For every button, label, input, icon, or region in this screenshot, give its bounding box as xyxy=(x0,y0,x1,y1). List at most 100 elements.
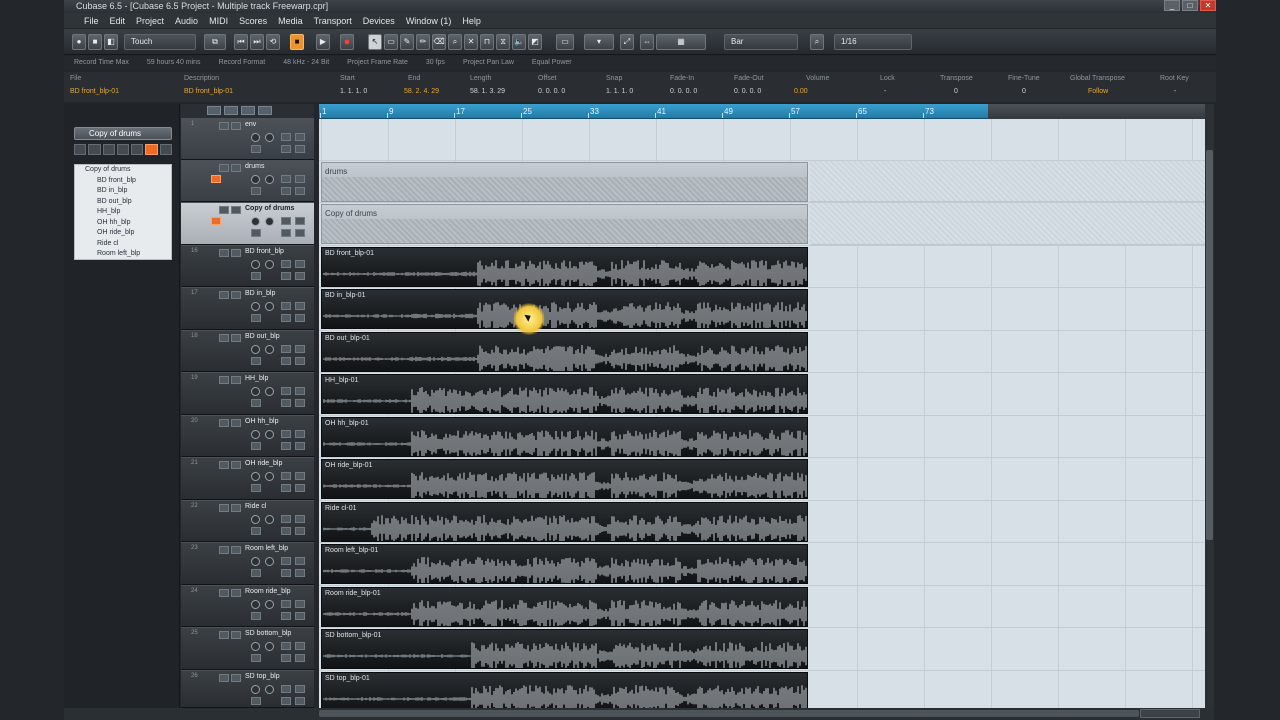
read-icon[interactable] xyxy=(102,144,115,155)
menu-devices[interactable]: Devices xyxy=(363,16,395,26)
lanes-icon[interactable] xyxy=(295,314,305,322)
audio-event[interactable]: Room ride_blp-01 xyxy=(321,587,808,627)
read-icon[interactable] xyxy=(281,685,291,693)
lanes-icon[interactable] xyxy=(159,144,172,155)
write-icon[interactable] xyxy=(295,175,305,183)
track-name[interactable]: OH ride_blp xyxy=(245,460,282,467)
track-lane[interactable]: SD bottom_blp-01 xyxy=(319,628,1205,671)
info-file-value[interactable]: BD front_blp-01 xyxy=(70,88,119,95)
record-enable-icon[interactable] xyxy=(265,175,274,184)
freeze-icon[interactable] xyxy=(281,145,291,153)
folder-item[interactable]: BD out_blp xyxy=(75,197,171,208)
freeze-icon[interactable] xyxy=(281,357,291,365)
audio-event[interactable]: SD bottom_blp-01 xyxy=(321,629,808,669)
freeze-icon[interactable] xyxy=(281,527,291,535)
automation-panel-icon[interactable]: ⧉ xyxy=(204,34,226,50)
menu-edit[interactable]: Edit xyxy=(110,16,126,26)
track-lane[interactable]: BD in_blp-01 xyxy=(319,288,1205,331)
record-enable-icon[interactable] xyxy=(265,557,274,566)
menu-audio[interactable]: Audio xyxy=(175,16,198,26)
solo-icon[interactable] xyxy=(231,461,241,469)
menu-scores[interactable]: Scores xyxy=(239,16,267,26)
audio-event[interactable]: Ride cl-01 xyxy=(321,502,808,542)
folder-open-icon[interactable] xyxy=(211,175,221,183)
monitor-icon[interactable] xyxy=(251,175,260,184)
edit-channel-icon[interactable] xyxy=(251,399,261,407)
lanes-icon[interactable] xyxy=(295,612,305,620)
edit-channel-icon[interactable] xyxy=(251,612,261,620)
menu-project[interactable]: Project xyxy=(136,16,164,26)
track-name[interactable]: SD bottom_blp xyxy=(245,630,291,637)
folder-item[interactable]: HH_blp xyxy=(75,207,171,218)
write-icon[interactable] xyxy=(295,515,305,523)
solo-icon[interactable] xyxy=(231,206,241,214)
zoom-tool-icon[interactable]: ⌕ xyxy=(448,34,462,50)
snap-toggle-icon[interactable]: ⇔ xyxy=(640,34,654,50)
read-icon[interactable] xyxy=(281,302,291,310)
cycle-icon[interactable]: ⟲ xyxy=(266,34,280,50)
time-warp-tool-icon[interactable]: ⧖ xyxy=(496,34,510,50)
global-solo-icon[interactable] xyxy=(224,106,238,115)
eraser-tool-icon[interactable]: ⌫ xyxy=(432,34,446,50)
freeze-icon[interactable] xyxy=(281,697,291,705)
lanes-icon[interactable] xyxy=(295,272,305,280)
track-header[interactable]: 22 Ride cl xyxy=(181,500,314,542)
solo-icon[interactable] xyxy=(231,546,241,554)
solo-icon[interactable] xyxy=(231,122,241,130)
color-tool-icon[interactable]: ◩ xyxy=(528,34,542,50)
mute-icon[interactable] xyxy=(219,419,229,427)
status-pan-law-value[interactable]: Equal Power xyxy=(532,56,572,69)
edit-channel-icon[interactable] xyxy=(251,654,261,662)
edit-channel-icon[interactable] xyxy=(251,527,261,535)
track-header[interactable]: 23 Room left_blp xyxy=(181,542,314,585)
audio-event[interactable]: BD out_blp-01 xyxy=(321,332,808,372)
mute-icon[interactable] xyxy=(74,144,87,155)
track-header[interactable]: 18 BD out_blp xyxy=(181,330,314,372)
folder-item[interactable]: Ride cl xyxy=(75,239,171,250)
grid-type-select[interactable]: Bar xyxy=(724,34,798,50)
monitor-icon[interactable] xyxy=(251,345,260,354)
go-to-end-icon[interactable]: ⏭ xyxy=(250,34,264,50)
track-name[interactable]: SD top_blp xyxy=(245,673,280,680)
track-header[interactable]: 1 env xyxy=(181,118,314,160)
global-mute-icon[interactable] xyxy=(207,106,221,115)
monitor-icon[interactable] xyxy=(251,260,260,269)
horizontal-scroll-thumb[interactable] xyxy=(319,710,1139,717)
activate-project-icon[interactable]: ● xyxy=(72,34,86,50)
track-header[interactable]: 24 Room ride_blp xyxy=(181,585,314,627)
maximize-button[interactable]: □ xyxy=(1182,0,1198,11)
global-write-icon[interactable] xyxy=(258,106,272,115)
solo-icon[interactable] xyxy=(231,589,241,597)
audio-event[interactable]: BD front_blp-01 xyxy=(321,247,808,287)
info-start-value[interactable]: 1. 1. 1. 0 xyxy=(340,88,367,95)
constrain-delay-icon[interactable]: ■ xyxy=(88,34,102,50)
read-icon[interactable] xyxy=(281,260,291,268)
lanes-icon[interactable] xyxy=(295,442,305,450)
record-icon[interactable]: ● xyxy=(340,34,354,50)
vertical-scroll-thumb[interactable] xyxy=(1206,150,1213,540)
edit-group-icon[interactable] xyxy=(145,144,158,155)
lanes-icon[interactable] xyxy=(295,569,305,577)
write-icon[interactable] xyxy=(295,302,305,310)
edit-channel-icon[interactable] xyxy=(251,569,261,577)
freeze-icon[interactable] xyxy=(281,399,291,407)
track-lane[interactable]: Copy of drums xyxy=(319,203,1205,246)
read-icon[interactable] xyxy=(281,345,291,353)
folder-item[interactable]: BD in_blp xyxy=(75,186,171,197)
mute-icon[interactable] xyxy=(219,546,229,554)
monitor-icon[interactable] xyxy=(251,217,260,226)
monitor-icon[interactable] xyxy=(131,144,144,155)
track-name[interactable]: env xyxy=(245,121,256,128)
automation-mode-select[interactable]: Touch xyxy=(124,34,196,50)
track-lane[interactable]: SD top_blp-01 xyxy=(319,671,1205,708)
edit-channel-icon[interactable] xyxy=(251,229,261,237)
read-icon[interactable] xyxy=(281,175,291,183)
track-name[interactable]: Room left_blp xyxy=(245,545,288,552)
solo-icon[interactable] xyxy=(231,249,241,257)
solo-icon[interactable] xyxy=(231,631,241,639)
write-icon[interactable] xyxy=(295,557,305,565)
lanes-icon[interactable] xyxy=(295,654,305,662)
edit-channel-icon[interactable] xyxy=(251,697,261,705)
freeze-icon[interactable] xyxy=(281,442,291,450)
info-root-key-value[interactable]: - xyxy=(1174,88,1176,95)
